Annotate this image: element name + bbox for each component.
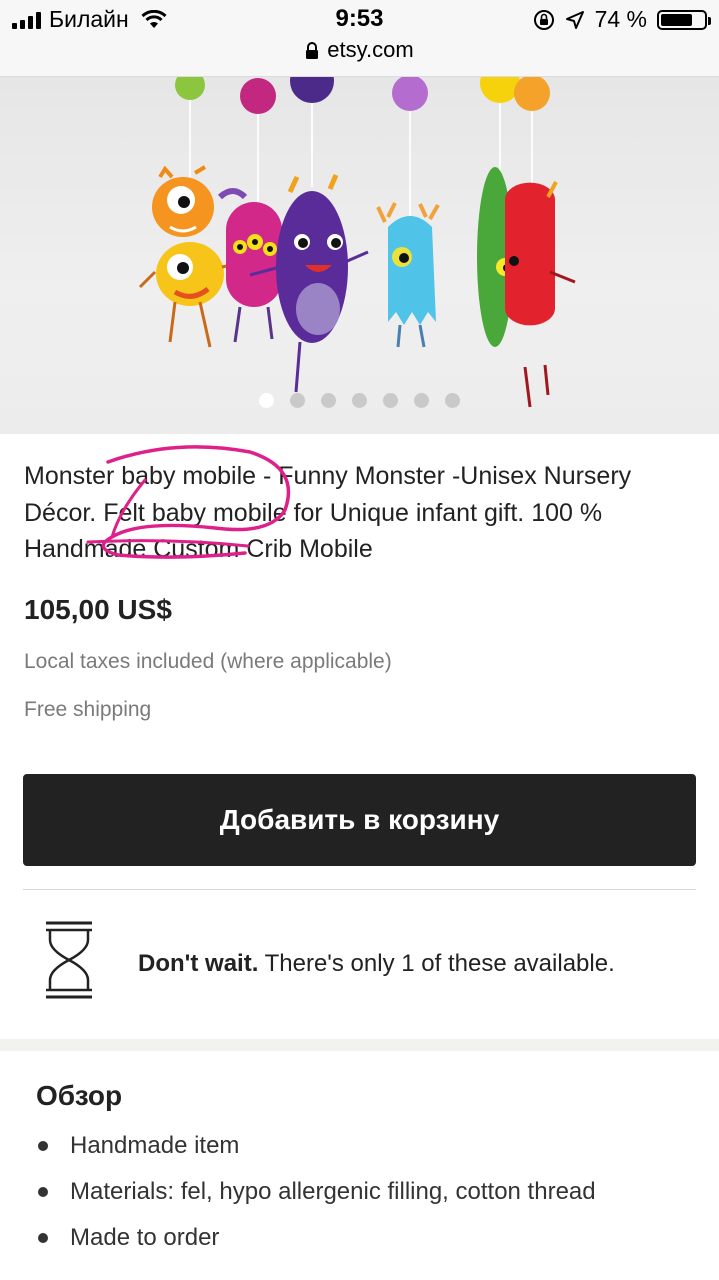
gallery-dot[interactable] xyxy=(383,393,398,408)
price: 105,00 US$ xyxy=(24,594,172,625)
overview-list: Handmade item Materials: fel, hypo aller… xyxy=(36,1123,676,1261)
felt-monsters-illustration xyxy=(138,77,576,408)
orientation-lock-icon xyxy=(533,9,554,30)
gallery-dot[interactable] xyxy=(290,393,305,408)
address-bar[interactable]: etsy.com xyxy=(0,37,719,63)
battery-level xyxy=(661,13,693,26)
hourglass-icon xyxy=(46,921,92,999)
gallery-dot[interactable] xyxy=(352,393,367,408)
gallery-pagination xyxy=(0,393,719,408)
battery-percent: 74 % xyxy=(594,6,647,32)
list-item-text: Materials: fel, hypo allergenic filling,… xyxy=(70,1178,596,1205)
listing-title: Monster baby mobile - Funny Monster -Uni… xyxy=(24,462,632,563)
list-item-text: Made to order xyxy=(70,1224,220,1251)
list-item: Materials: fel, hypo allergenic filling,… xyxy=(36,1169,676,1215)
shipping-note: Free shipping xyxy=(24,698,152,721)
divider xyxy=(23,889,696,890)
add-to-cart-button[interactable]: Добавить в корзину xyxy=(23,774,696,866)
list-item: Made to order xyxy=(36,1215,676,1261)
scarcity-bold: Don't wait. xyxy=(138,950,259,977)
browser-status-bar: Билайн 9:53 etsy.com 74 % xyxy=(0,0,719,77)
list-item-text: Handmade item xyxy=(70,1132,240,1159)
gallery-dot[interactable] xyxy=(259,393,274,408)
gallery-dot[interactable] xyxy=(321,393,336,408)
location-arrow-icon xyxy=(565,10,584,29)
taxes-note: Local taxes included (where applicable) xyxy=(24,650,392,673)
list-item: Handmade item xyxy=(36,1123,676,1169)
scarcity-text: There's only 1 of these available. xyxy=(258,950,615,977)
scarcity-message: Don't wait. There's only 1 of these avai… xyxy=(138,950,615,978)
gallery-dot[interactable] xyxy=(414,393,429,408)
url-text: etsy.com xyxy=(327,37,414,62)
product-image[interactable] xyxy=(0,77,719,434)
gallery-dot[interactable] xyxy=(445,393,460,408)
lock-icon xyxy=(306,42,319,59)
overview-heading: Обзор xyxy=(36,1080,123,1111)
status-right: 74 % xyxy=(533,6,711,33)
section-separator xyxy=(0,1039,719,1051)
battery-icon xyxy=(657,9,711,30)
